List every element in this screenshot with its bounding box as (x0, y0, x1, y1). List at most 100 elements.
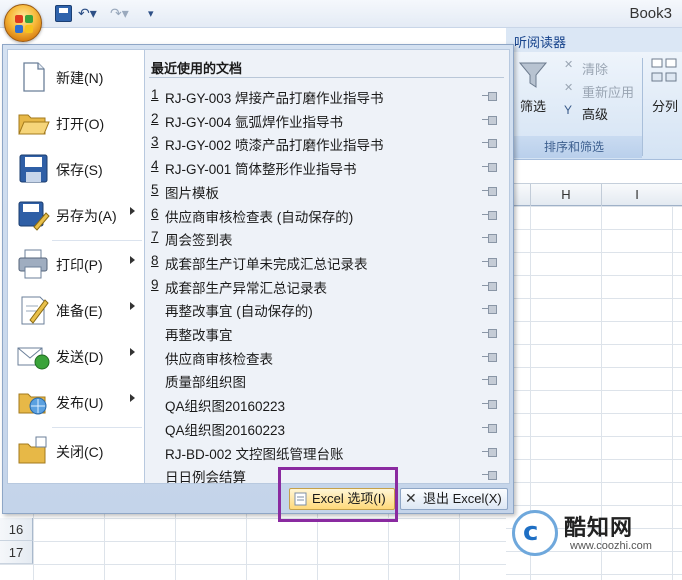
pin-icon[interactable] (482, 447, 497, 457)
save-icon[interactable] (55, 5, 72, 22)
pin-icon[interactable] (482, 139, 497, 149)
formula-bar[interactable] (506, 160, 682, 184)
reapply-button[interactable]: 重新应用 (582, 82, 634, 101)
recent-document-name: 再整改事宜 (165, 328, 233, 343)
pin-icon[interactable] (482, 163, 497, 173)
office-menu: 新建(N) 打开(O) 保存(S) 另存为(A) 打印(P) 准备(E) 发送(… (2, 44, 514, 514)
menu-item-new[interactable]: 新建(N) (8, 54, 144, 100)
window-title: Book3 (629, 5, 672, 22)
recent-document-item[interactable]: 再整改事宜 (自动保存的) (149, 297, 504, 321)
recent-document-name: RJ-BD-002 文控图纸管理台账 (165, 446, 344, 462)
watermark: c 酷知网 www.coozhi.com (512, 508, 680, 570)
advanced-icon: Y (564, 103, 573, 117)
redo-icon[interactable]: ↷▾ (110, 5, 129, 23)
cell-grid-bottom[interactable]: 16 17 (0, 514, 506, 580)
pin-icon[interactable] (482, 400, 497, 410)
recent-title-divider (149, 77, 504, 78)
watermark-logo-icon: c (512, 510, 558, 556)
menu-item-label: 关闭(C) (56, 444, 104, 460)
submenu-arrow-icon (130, 394, 135, 402)
pin-icon[interactable] (482, 305, 497, 315)
menu-item-send[interactable]: 发送(D) (8, 333, 144, 379)
recent-document-name: 周会签到表 (165, 233, 233, 249)
pin-icon[interactable] (482, 471, 497, 481)
submenu-arrow-icon (130, 348, 135, 356)
office-button[interactable] (4, 4, 42, 42)
customize-icon[interactable]: ▾ (148, 5, 154, 23)
recent-document-name: QA组织图20160223 (165, 399, 286, 415)
recent-document-item[interactable]: 5 图片模板 (149, 179, 504, 203)
recent-document-item[interactable]: 1 RJ-GY-003 焊接产品打磨作业指导书 (149, 84, 504, 108)
recent-document-item[interactable]: 8 成套部生产订单未完成汇总记录表 (149, 250, 504, 274)
tab-reader[interactable]: 听阅读器 (514, 32, 566, 51)
printer-icon (18, 249, 48, 279)
recent-documents-panel: 最近使用的文档 1 RJ-GY-003 焊接产品打磨作业指导书 2 RJ-GY-004… (145, 49, 510, 486)
menu-item-save-as[interactable]: 另存为(A) (8, 192, 144, 238)
menu-item-label: 另存为(A) (56, 208, 117, 224)
pin-icon[interactable] (482, 210, 497, 220)
recent-document-name: 再整改事宜 (自动保存的) (165, 304, 313, 320)
recent-document-name: RJ-GY-003 焊接产品打磨作业指导书 (165, 91, 384, 106)
recent-document-name: 日日例会结算 (165, 470, 246, 486)
pin-icon[interactable] (482, 115, 497, 125)
undo-icon[interactable]: ↶▾ (78, 5, 97, 23)
menu-item-label: 打开(O) (56, 116, 105, 132)
prepare-icon (21, 296, 49, 325)
new-document-icon (23, 62, 45, 92)
menu-item-close[interactable]: 关闭(C) (8, 428, 144, 474)
menu-item-print[interactable]: 打印(P) (8, 241, 144, 287)
recent-document-name: 供应商审核检查表 (自动保存的) (165, 209, 354, 225)
recent-document-item[interactable]: QA组织图20160223 (149, 416, 504, 440)
submenu-arrow-icon (130, 256, 135, 264)
exit-excel-label: 退出 Excel(X) (423, 491, 502, 506)
recent-document-item[interactable]: 再整改事宜 (149, 321, 504, 345)
pin-icon[interactable] (482, 423, 497, 433)
menu-item-label: 发布(U) (56, 395, 104, 411)
menu-item-label: 新建(N) (56, 70, 104, 86)
recent-document-item[interactable]: 2 RJ-GY-004 氩弧焊作业指导书 (149, 108, 504, 132)
recent-document-item[interactable]: QA组织图20160223 (149, 392, 504, 416)
pin-icon[interactable] (482, 281, 497, 291)
column-header-h[interactable]: H (530, 184, 601, 206)
recent-document-name: 成套部生产订单未完成汇总记录表 (165, 256, 368, 272)
recent-document-item[interactable]: 3 RJ-GY-002 喷漆产品打磨作业指导书 (149, 131, 504, 155)
filter-icon (518, 62, 548, 88)
split-button[interactable]: 分列 (652, 96, 678, 115)
recent-document-number: 2 (151, 110, 159, 126)
submenu-arrow-icon (130, 302, 135, 310)
row-header-17[interactable]: 17 (0, 541, 33, 564)
pin-icon[interactable] (482, 376, 497, 386)
menu-item-open[interactable]: 打开(O) (8, 100, 144, 146)
clear-button[interactable]: 清除 (582, 59, 608, 78)
recent-document-item[interactable]: RJ-BD-002 文控图纸管理台账 (149, 440, 504, 464)
pin-icon[interactable] (482, 257, 497, 267)
exit-icon: ✕ (405, 491, 417, 507)
column-header-i[interactable]: I (601, 184, 672, 206)
pin-icon[interactable] (482, 186, 497, 196)
menu-item-publish[interactable]: 发布(U) (8, 379, 144, 425)
filter-button[interactable]: 筛选 (520, 96, 546, 115)
ribbon-tabs: 听阅读器 (506, 28, 682, 52)
recent-document-item[interactable]: 7 周会签到表 (149, 226, 504, 250)
recent-document-item[interactable]: 9 成套部生产异常汇总记录表 (149, 274, 504, 298)
pin-icon[interactable] (482, 329, 497, 338)
column-header: H I (506, 184, 682, 206)
office-logo-icon (15, 15, 33, 33)
menu-item-prepare[interactable]: 准备(E) (8, 287, 144, 333)
pin-icon[interactable] (482, 92, 497, 101)
recent-document-number: 9 (151, 276, 159, 292)
recent-document-item[interactable]: 6 供应商审核检查表 (自动保存的) (149, 203, 504, 227)
pin-icon[interactable] (482, 352, 497, 362)
watermark-url: www.coozhi.com (570, 540, 652, 552)
row-header-16[interactable]: 16 (0, 518, 33, 541)
recent-document-item[interactable]: 质量部组织图 (149, 368, 504, 392)
recent-document-item[interactable]: 4 RJ-GY-001 筒体整形作业指导书 (149, 155, 504, 179)
recent-document-name: 质量部组织图 (165, 375, 246, 391)
exit-excel-button[interactable]: ✕ 退出 Excel(X) (400, 488, 508, 510)
recent-document-item[interactable]: 供应商审核检查表 (149, 345, 504, 369)
advanced-button[interactable]: 高级 (582, 104, 608, 123)
pin-icon[interactable] (482, 234, 497, 244)
menu-item-save[interactable]: 保存(S) (8, 146, 144, 192)
recent-document-name: RJ-GY-002 喷漆产品打磨作业指导书 (165, 138, 384, 154)
submenu-arrow-icon (130, 207, 135, 215)
